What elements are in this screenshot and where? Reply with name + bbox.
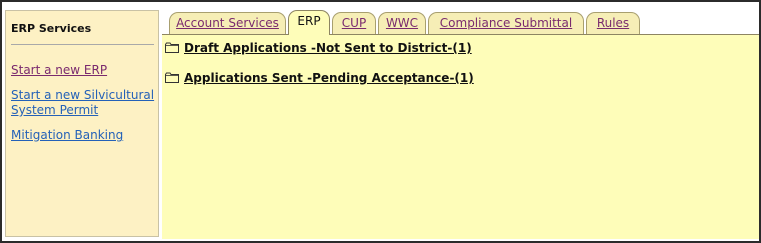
folder-icon	[165, 42, 179, 53]
draft-applications-row[interactable]: Draft Applications -Not Sent to District…	[165, 39, 472, 55]
draft-applications-label[interactable]: Draft Applications -Not Sent to District…	[184, 41, 472, 55]
sidebar-divider	[11, 44, 154, 45]
content-panel: Draft Applications -Not Sent to District…	[162, 34, 759, 239]
tab-cup[interactable]: CUP	[332, 12, 376, 34]
tab-rules[interactable]: Rules	[586, 12, 640, 34]
applications-sent-label[interactable]: Applications Sent -Pending Acceptance-(1…	[184, 71, 474, 85]
start-new-silvicultural-link[interactable]: Start a new Silvicultural System Permit	[11, 88, 154, 118]
folder-icon	[165, 72, 179, 83]
silvicultural-link-line-2: System Permit	[11, 103, 99, 117]
tab-wwc[interactable]: WWC	[378, 12, 426, 34]
sidebar-title: ERP Services	[11, 22, 92, 35]
tab-account-services[interactable]: Account Services	[169, 12, 286, 34]
mitigation-banking-link[interactable]: Mitigation Banking	[11, 128, 123, 143]
tab-bar: Account Services ERP CUP WWC Compliance …	[162, 10, 760, 35]
sidebar: ERP Services Start a new ERP Start a new…	[5, 10, 159, 237]
start-new-erp-link[interactable]: Start a new ERP	[11, 63, 107, 78]
applications-sent-row[interactable]: Applications Sent -Pending Acceptance-(1…	[165, 69, 474, 85]
silvicultural-link-line-1: Start a new Silvicultural	[11, 88, 155, 102]
tab-compliance-submittal[interactable]: Compliance Submittal	[428, 12, 584, 34]
tab-erp[interactable]: ERP	[288, 10, 330, 35]
app-frame: ERP Services Start a new ERP Start a new…	[0, 0, 761, 243]
